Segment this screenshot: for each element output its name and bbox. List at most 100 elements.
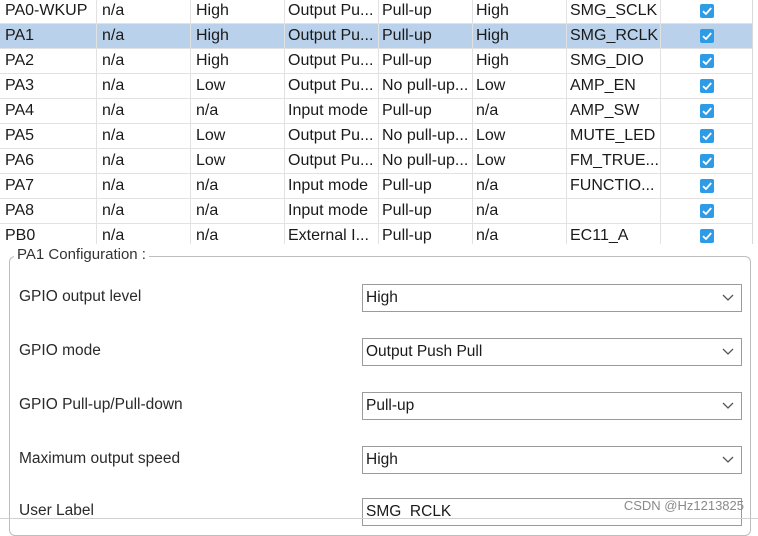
cell-modified <box>661 24 752 48</box>
cell-speed: High <box>473 24 567 48</box>
cell-user-label: AMP_SW <box>567 99 661 123</box>
cell-speed: n/a <box>473 224 567 244</box>
cell-user-speed: Low <box>191 124 285 148</box>
max-output-speed-select[interactable]: High <box>362 446 742 474</box>
cell-user-label: SMG_SCLK <box>567 0 661 23</box>
cell-speed: Low <box>473 74 567 98</box>
table-row[interactable]: PA8 n/a n/a Input mode Pull-up n/a <box>0 199 752 224</box>
cell-mode: Input mode <box>285 199 379 223</box>
cell-output-level: n/a <box>97 174 191 198</box>
gpio-output-level-label: GPIO output level <box>19 288 142 305</box>
cell-speed: n/a <box>473 199 567 223</box>
bottom-edge <box>0 518 758 522</box>
cell-speed: Low <box>473 124 567 148</box>
gpio-pull-value: Pull-up <box>366 397 415 414</box>
cell-modified <box>661 224 752 244</box>
cell-mode: Input mode <box>285 99 379 123</box>
cell-mode: Output Pu... <box>285 0 379 23</box>
cell-speed: n/a <box>473 99 567 123</box>
table-row[interactable]: PB0 n/a n/a External I... Pull-up n/a EC11_A <box>0 224 752 244</box>
cell-user-label: SMG_DIO <box>567 49 661 73</box>
watermark: CSDN @Hz1213825 <box>623 498 744 513</box>
cell-user-speed: n/a <box>191 199 285 223</box>
cell-mode: Input mode <box>285 174 379 198</box>
cell-modified <box>661 74 752 98</box>
cell-pin-name: PA3 <box>0 74 97 98</box>
cell-user-label: SMG_RCLK <box>567 24 661 48</box>
cell-pull: Pull-up <box>379 49 473 73</box>
cell-pin-name: PB0 <box>0 224 97 244</box>
gpio-output-level-select[interactable]: High <box>362 284 742 312</box>
table-row[interactable]: PA5 n/a Low Output Pu... No pull-up... Low MUT… <box>0 124 752 149</box>
cell-pull: Pull-up <box>379 99 473 123</box>
cell-pin-name: PA2 <box>0 49 97 73</box>
cell-output-level: n/a <box>97 199 191 223</box>
cell-modified <box>661 149 752 173</box>
table-row[interactable]: PA2 n/a High Output Pu... Pull-up High SMG_DIO <box>0 49 752 74</box>
checkbox-checked-icon[interactable] <box>700 29 714 43</box>
cell-pin-name: PA0-WKUP <box>0 0 97 23</box>
table-row[interactable]: PA4 n/a n/a Input mode Pull-up n/a AMP_SW <box>0 99 752 124</box>
cell-modified <box>661 0 752 23</box>
checkbox-checked-icon[interactable] <box>700 229 714 243</box>
table-row[interactable]: PA1 n/a High Output Pu... Pull-up High SMG_RCL… <box>0 24 752 49</box>
checkbox-checked-icon[interactable] <box>700 104 714 118</box>
cell-user-speed: High <box>191 49 285 73</box>
cell-output-level: n/a <box>97 24 191 48</box>
checkbox-checked-icon[interactable] <box>700 179 714 193</box>
cell-modified <box>661 99 752 123</box>
gpio-pull-select[interactable]: Pull-up <box>362 392 742 420</box>
cell-user-label <box>567 199 661 223</box>
checkbox-checked-icon[interactable] <box>700 154 714 168</box>
cell-speed: n/a <box>473 174 567 198</box>
cell-mode: Output Pu... <box>285 149 379 173</box>
table-row[interactable]: PA0-WKUP n/a High Output Pu... Pull-up High SM… <box>0 0 752 24</box>
cell-user-speed: n/a <box>191 174 285 198</box>
cell-user-speed: High <box>191 24 285 48</box>
gpio-mode-value: Output Push Pull <box>366 343 483 360</box>
cell-pull: Pull-up <box>379 224 473 244</box>
cell-pull: Pull-up <box>379 0 473 23</box>
cell-mode: Output Pu... <box>285 49 379 73</box>
gpio-mode-select[interactable]: Output Push Pull <box>362 338 742 366</box>
gpio-mode-label: GPIO mode <box>19 342 101 359</box>
table-row[interactable]: PA7 n/a n/a Input mode Pull-up n/a FUNCTIO... <box>0 174 752 199</box>
cell-output-level: n/a <box>97 124 191 148</box>
cell-output-level: n/a <box>97 99 191 123</box>
cell-pull: No pull-up... <box>379 74 473 98</box>
cell-mode: Output Pu... <box>285 74 379 98</box>
table-row[interactable]: PA6 n/a Low Output Pu... No pull-up... Low FM_… <box>0 149 752 174</box>
cell-modified <box>661 174 752 198</box>
checkbox-checked-icon[interactable] <box>700 54 714 68</box>
cell-user-label: EC11_A <box>567 224 661 244</box>
pin-configuration-title: PA1 Configuration : <box>14 246 149 264</box>
cell-mode: Output Pu... <box>285 24 379 48</box>
checkbox-checked-icon[interactable] <box>700 4 714 18</box>
cell-pull: Pull-up <box>379 24 473 48</box>
gpio-pin-table: PA0-WKUP n/a High Output Pu... Pull-up High SM… <box>0 0 753 244</box>
cell-user-speed: High <box>191 0 285 23</box>
table-row[interactable]: PA3 n/a Low Output Pu... No pull-up... Low AMP… <box>0 74 752 99</box>
cell-user-label: FM_TRUE... <box>567 149 661 173</box>
cell-modified <box>661 199 752 223</box>
cell-output-level: n/a <box>97 49 191 73</box>
checkbox-checked-icon[interactable] <box>700 204 714 218</box>
chevron-down-icon <box>722 294 734 301</box>
cell-pull: No pull-up... <box>379 124 473 148</box>
chevron-down-icon <box>722 456 734 463</box>
cell-pin-name: PA1 <box>0 24 97 48</box>
max-output-speed-value: High <box>366 451 398 468</box>
gpio-output-level-value: High <box>366 289 398 306</box>
cell-pin-name: PA6 <box>0 149 97 173</box>
gpio-pull-label: GPIO Pull-up/Pull-down <box>19 396 183 413</box>
cell-pin-name: PA4 <box>0 99 97 123</box>
cell-user-speed: Low <box>191 149 285 173</box>
cell-output-level: n/a <box>97 74 191 98</box>
cell-output-level: n/a <box>97 224 191 244</box>
cell-user-speed: n/a <box>191 99 285 123</box>
checkbox-checked-icon[interactable] <box>700 129 714 143</box>
checkbox-checked-icon[interactable] <box>700 79 714 93</box>
cell-output-level: n/a <box>97 0 191 23</box>
cell-pin-name: PA8 <box>0 199 97 223</box>
cell-user-label: MUTE_LED <box>567 124 661 148</box>
